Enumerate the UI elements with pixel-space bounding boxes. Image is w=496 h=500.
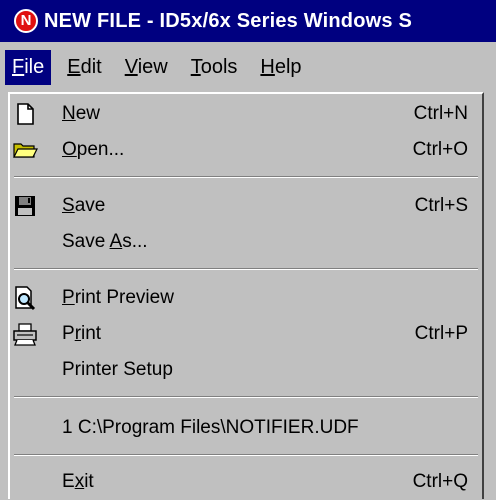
menu-bar: File Edit View Tools Help [0, 42, 496, 92]
window-title: NEW FILE - ID5x/6x Series Windows S [44, 9, 413, 32]
shortcut-label: Ctrl+P [414, 323, 468, 344]
shortcut-label: Ctrl+N [413, 103, 468, 124]
menu-item-exit[interactable]: Exit Ctrl+Q [10, 464, 482, 500]
menu-item-save[interactable]: Save Ctrl+S [10, 188, 482, 224]
menu-item-label: Print [62, 323, 102, 344]
menu-item-print-preview[interactable]: Print Preview [10, 280, 482, 316]
folder-open-icon [13, 143, 38, 158]
menu-item-printer-setup[interactable]: Printer Setup [10, 352, 482, 388]
menu-help[interactable]: Help [253, 50, 308, 85]
menu-item-label: Save [62, 195, 106, 216]
printer-icon [13, 323, 37, 346]
shortcut-label: Ctrl+O [412, 139, 468, 160]
menu-item-open[interactable]: Open... Ctrl+O [10, 132, 482, 168]
menu-item-save-as[interactable]: Save As... [10, 224, 482, 260]
menu-item-new[interactable]: New Ctrl+N [10, 96, 482, 132]
menu-file[interactable]: File [5, 49, 52, 85]
menu-tools[interactable]: Tools [184, 50, 245, 85]
menu-item-label: Open... [62, 139, 125, 160]
shortcut-label: Ctrl+S [414, 195, 468, 216]
menu-view[interactable]: View [118, 50, 175, 85]
menu-item-label: Exit [62, 471, 94, 492]
menu-separator [14, 454, 478, 456]
menu-item-label: Printer Setup [62, 359, 173, 380]
menu-separator [14, 396, 478, 398]
menu-edit[interactable]: Edit [60, 50, 108, 85]
menu-item-recent-file[interactable]: 1 C:\Program Files\NOTIFIER.UDF [10, 410, 482, 446]
file-menu-dropdown: New Ctrl+N Open... Ctrl+O Save Ctrl+S Sa… [8, 92, 484, 499]
title-bar[interactable]: NEW FILE - ID5x/6x Series Windows S [0, 0, 496, 42]
menu-item-label: New [62, 103, 101, 124]
floppy-disk-icon [15, 196, 35, 216]
menu-separator [14, 268, 478, 270]
menu-separator [14, 176, 478, 178]
shortcut-label: Ctrl+Q [412, 471, 468, 492]
menu-item-print[interactable]: Print Ctrl+P [10, 316, 482, 352]
new-document-icon [17, 103, 34, 125]
print-preview-icon [15, 286, 36, 311]
menu-item-label: 1 C:\Program Files\NOTIFIER.UDF [62, 417, 359, 438]
notifier-logo-icon[interactable] [14, 9, 38, 33]
menu-item-label: Save As... [62, 231, 148, 252]
menu-item-label: Print Preview [62, 287, 174, 308]
